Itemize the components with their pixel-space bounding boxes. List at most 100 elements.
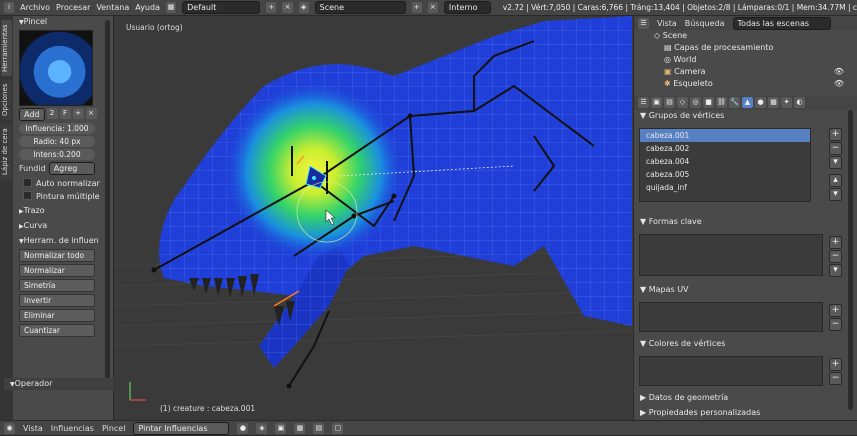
menu-influencias[interactable]: Influencias bbox=[51, 424, 94, 433]
outliner-menu-vista[interactable]: Vista bbox=[657, 19, 677, 28]
tab-herramientas[interactable]: Herramientas bbox=[1, 20, 12, 76]
outliner-editor-icon[interactable]: ☰ bbox=[638, 17, 649, 29]
remove-scene-icon[interactable]: × bbox=[427, 2, 438, 13]
weight-tools-header[interactable]: Herram. de influen bbox=[13, 235, 113, 247]
world-tab-icon[interactable]: ◎ bbox=[690, 97, 701, 108]
face-selection-mask-icon[interactable]: ▣ bbox=[275, 422, 287, 434]
render-tab-icon[interactable]: ▣ bbox=[651, 97, 662, 108]
vertex-group-item[interactable]: cabeza.002 bbox=[640, 142, 810, 155]
menu-ventana[interactable]: Ventana bbox=[96, 3, 129, 12]
outliner-menu-busqueda[interactable]: Búsqueda bbox=[685, 19, 725, 28]
scene-tab-icon[interactable]: ◇ bbox=[677, 97, 688, 108]
mesh-data-tab-icon[interactable]: ▲ bbox=[742, 97, 753, 108]
editor-type-icon[interactable]: ◉ bbox=[4, 422, 15, 434]
vertex-colors-list[interactable] bbox=[639, 356, 823, 386]
vertex-groups-header[interactable]: ▼ Grupos de vértices bbox=[634, 110, 848, 122]
mirror-button[interactable]: Simetría bbox=[19, 279, 95, 292]
add-uv-map-button[interactable]: + bbox=[829, 304, 842, 317]
brush-panel-header[interactable]: Pincel bbox=[13, 16, 113, 28]
outliner-item-camera[interactable]: ▣ Camera 👁 bbox=[654, 66, 857, 78]
layers-icon[interactable]: ▤ bbox=[313, 422, 325, 434]
object-tab-icon[interactable]: ■ bbox=[703, 97, 714, 108]
outliner-item-scene[interactable]: ◇ Scene bbox=[654, 30, 857, 42]
screen-layout-icon[interactable]: ▦ bbox=[165, 2, 177, 13]
move-group-down-button[interactable]: ▾ bbox=[829, 188, 842, 201]
menu-vista[interactable]: Vista bbox=[23, 424, 43, 433]
outliner-item-render-layers[interactable]: ▤ Capas de procesamiento bbox=[654, 42, 857, 54]
visibility-eye-icon[interactable]: 👁 bbox=[834, 78, 844, 90]
layout-selector[interactable]: Default bbox=[182, 1, 261, 14]
properties-scrollbar[interactable] bbox=[848, 110, 853, 410]
scene-selector[interactable]: Scene bbox=[314, 1, 406, 14]
viewport-shading-icon[interactable]: ● bbox=[237, 422, 249, 434]
vertex-selection-mask-icon[interactable]: ▦ bbox=[294, 422, 306, 434]
uv-maps-list[interactable] bbox=[639, 302, 823, 332]
particles-tab-icon[interactable]: ✦ bbox=[781, 97, 792, 108]
vertex-group-item[interactable]: quijada_inf bbox=[640, 181, 810, 194]
material-tab-icon[interactable]: ● bbox=[755, 97, 766, 108]
menu-procesar[interactable]: Procesar bbox=[56, 3, 90, 12]
tool-shelf-scrollbar[interactable] bbox=[105, 20, 110, 380]
new-brush-icon[interactable]: + bbox=[72, 108, 84, 119]
scene-icon[interactable]: ◈ bbox=[298, 2, 309, 13]
clean-button[interactable]: Eliminar bbox=[19, 309, 95, 322]
remove-vertex-color-button[interactable]: − bbox=[829, 372, 842, 385]
vertex-group-item[interactable]: cabeza.004 bbox=[640, 155, 810, 168]
render-engine-selector[interactable]: Interno bbox=[443, 1, 491, 14]
uv-maps-header[interactable]: ▼ Mapas UV bbox=[634, 284, 848, 296]
shape-key-specials-button[interactable]: ▾ bbox=[829, 264, 842, 277]
remove-vertex-group-button[interactable]: − bbox=[829, 142, 842, 155]
modifiers-tab-icon[interactable]: 🔧 bbox=[729, 97, 740, 108]
multi-paint-checkbox[interactable]: Pintura múltiple bbox=[23, 191, 103, 201]
radius-slider[interactable]: Radio: 40 px bbox=[19, 136, 95, 147]
add-vertex-color-button[interactable]: + bbox=[829, 358, 842, 371]
strength-slider[interactable]: Intens:0.200 bbox=[19, 149, 95, 160]
normalize-button[interactable]: Normalizar bbox=[19, 264, 95, 277]
vertex-group-item[interactable]: cabeza.001 bbox=[640, 129, 810, 142]
tab-lapiz-de-cera[interactable]: Lápiz de cera bbox=[1, 124, 12, 180]
add-layout-icon[interactable]: + bbox=[266, 2, 277, 13]
brush-preview[interactable] bbox=[19, 30, 93, 106]
menu-pincel[interactable]: Pincel bbox=[102, 424, 125, 433]
quantize-button[interactable]: Cuantizar bbox=[19, 324, 95, 337]
vertex-groups-list[interactable]: cabeza.001 cabeza.002 cabeza.004 cabeza.… bbox=[639, 128, 811, 202]
info-icon[interactable]: i bbox=[4, 2, 15, 13]
move-group-up-button[interactable]: ▴ bbox=[829, 174, 842, 187]
shape-keys-header[interactable]: ▼ Formas clave bbox=[634, 216, 848, 228]
unlink-brush-icon[interactable]: × bbox=[85, 108, 97, 119]
curve-panel-header[interactable]: Curva bbox=[13, 220, 113, 232]
render-layers-tab-icon[interactable]: ▤ bbox=[664, 97, 675, 108]
geometry-data-header[interactable]: ▶ Datos de geometría bbox=[634, 392, 848, 404]
constraints-tab-icon[interactable]: ⛓ bbox=[716, 97, 727, 108]
invert-button[interactable]: Invertir bbox=[19, 294, 95, 307]
visibility-eye-icon[interactable]: 👁 bbox=[834, 66, 844, 78]
influence-slider[interactable]: Influencia: 1.000 bbox=[19, 123, 95, 134]
vertex-group-specials-button[interactable]: ▾ bbox=[829, 156, 842, 169]
brush-users-count[interactable]: 2 bbox=[46, 108, 58, 119]
tab-opciones[interactable]: Opciones bbox=[1, 80, 12, 120]
auto-normalize-checkbox[interactable]: Auto normalizar bbox=[23, 178, 103, 188]
operator-panel-header[interactable]: Operador bbox=[4, 378, 116, 390]
fake-user-toggle[interactable]: F bbox=[59, 108, 71, 119]
menu-ayuda[interactable]: Ayuda bbox=[135, 3, 160, 12]
add-shape-key-button[interactable]: + bbox=[829, 236, 842, 249]
vertex-group-item[interactable]: cabeza.005 bbox=[640, 168, 810, 181]
normalize-all-button[interactable]: Normalizar todo bbox=[19, 249, 95, 262]
add-scene-icon[interactable]: + bbox=[411, 2, 422, 13]
outliner-item-world[interactable]: ◎ World bbox=[654, 54, 857, 66]
vertex-colors-header[interactable]: ▼ Colores de vértices bbox=[634, 338, 848, 350]
add-vertex-group-button[interactable]: + bbox=[829, 128, 842, 141]
outliner-display-mode[interactable]: Todas las escenas bbox=[732, 16, 831, 30]
render-preview-icon[interactable]: ▢ bbox=[332, 422, 344, 434]
shape-keys-list[interactable] bbox=[639, 234, 823, 276]
physics-tab-icon[interactable]: ◐ bbox=[794, 97, 805, 108]
stroke-panel-header[interactable]: Trazo bbox=[13, 205, 113, 217]
outliner-item-armature[interactable]: ✱ Esqueleto 👁 bbox=[654, 78, 857, 90]
blend-mode-dropdown[interactable]: Agreg bbox=[48, 162, 95, 175]
remove-uv-map-button[interactable]: − bbox=[829, 318, 842, 331]
texture-tab-icon[interactable]: ▦ bbox=[768, 97, 779, 108]
remove-shape-key-button[interactable]: − bbox=[829, 250, 842, 263]
add-brush-button[interactable]: Add bbox=[19, 108, 45, 121]
remove-layout-icon[interactable]: × bbox=[282, 2, 293, 13]
properties-editor-icon[interactable]: ☰ bbox=[638, 97, 649, 108]
